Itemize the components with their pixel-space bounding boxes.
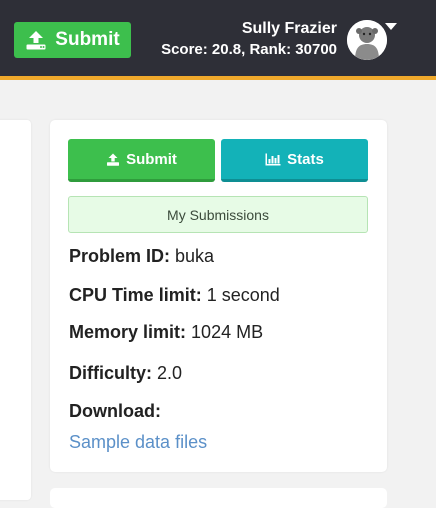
user-score-rank: Score: 20.8, Rank: 30700 xyxy=(161,41,337,58)
difficulty-row: Difficulty: 2.0 xyxy=(69,363,182,384)
stats-button-label: Stats xyxy=(287,150,324,168)
my-submissions-button[interactable]: My Submissions xyxy=(68,196,368,233)
stats-button[interactable]: Stats xyxy=(221,139,368,182)
difficulty-label: Difficulty: xyxy=(69,363,152,383)
problem-id-label: Problem ID: xyxy=(69,246,171,266)
bar-chart-icon xyxy=(265,153,281,166)
problem-sidebar-panel: Submit Stats My Submissions Problem ID: … xyxy=(50,120,387,472)
upload-icon xyxy=(106,153,120,166)
download-row: Download: xyxy=(69,401,161,422)
left-content-card xyxy=(0,120,31,500)
cpu-time-label: CPU Time limit: xyxy=(69,285,202,305)
caret-down-icon[interactable] xyxy=(385,23,397,30)
download-label: Download: xyxy=(69,401,161,421)
next-panel-card xyxy=(50,488,387,508)
header-submit-button[interactable]: Submit xyxy=(14,22,131,58)
problem-id-value: buka xyxy=(175,246,215,266)
memory-limit-label: Memory limit: xyxy=(69,322,187,342)
memory-limit-row: Memory limit: 1024 MB xyxy=(69,322,263,343)
upload-icon xyxy=(25,30,47,50)
top-navbar: Submit Sully Frazier Score: 20.8, Rank: … xyxy=(0,0,436,80)
cpu-time-row: CPU Time limit: 1 second xyxy=(69,285,280,306)
sample-data-files-link[interactable]: Sample data files xyxy=(69,432,207,453)
memory-limit-value: 1024 MB xyxy=(191,322,264,342)
submit-button-label: Submit xyxy=(126,150,177,168)
user-name[interactable]: Sully Frazier xyxy=(242,20,337,38)
problem-id-row: Problem ID: buka xyxy=(69,246,214,267)
cpu-time-value: 1 second xyxy=(206,285,280,305)
avatar[interactable] xyxy=(347,20,387,60)
header-submit-label: Submit xyxy=(55,29,120,50)
difficulty-value: 2.0 xyxy=(157,363,183,383)
submit-button[interactable]: Submit xyxy=(68,139,215,182)
